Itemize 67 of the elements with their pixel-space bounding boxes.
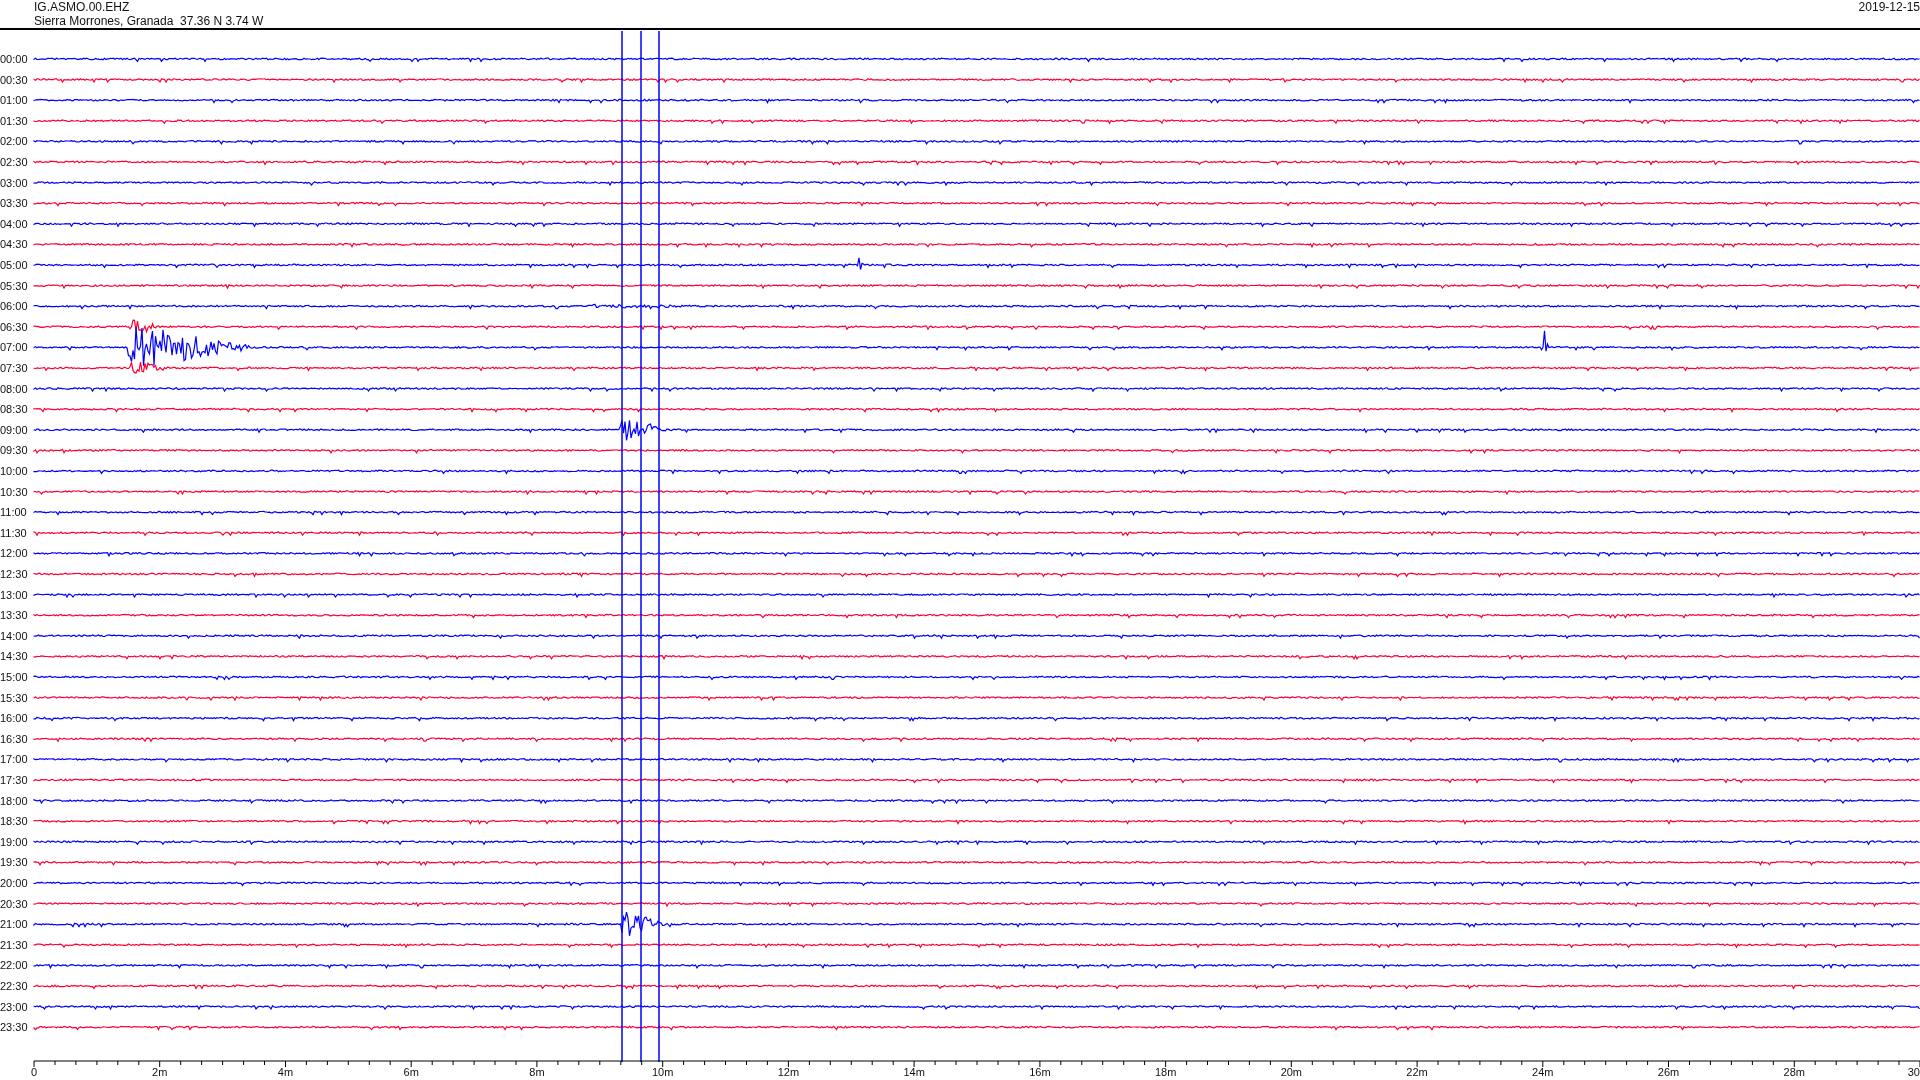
time-label: 02:30 — [0, 156, 28, 168]
time-label: 16:30 — [0, 732, 28, 745]
axis-tick-label: 12m — [777, 1066, 800, 1078]
station-location: Sierra Morrones, Granada 37.36 N 3.74 W — [34, 14, 264, 28]
axis-tick-label: 30 — [1907, 1066, 1920, 1078]
time-label: 23:30 — [0, 1021, 28, 1034]
time-label: 11:00 — [0, 506, 27, 519]
time-label: 00:30 — [0, 73, 28, 86]
time-label: 12:00 — [0, 547, 28, 560]
time-label: 06:00 — [0, 300, 28, 313]
time-label: 00:00 — [0, 53, 28, 65]
time-label: 08:30 — [0, 403, 28, 416]
time-label: 09:00 — [0, 423, 28, 436]
axis-tick-label: 10m — [651, 1066, 674, 1078]
axis-tick-label: 0 — [31, 1066, 38, 1078]
axis-tick-label: 14m — [903, 1066, 925, 1078]
time-label: 17:00 — [0, 753, 28, 766]
time-label: 22:00 — [0, 959, 28, 972]
time-label: 03:00 — [0, 176, 28, 189]
time-label: 07:00 — [0, 341, 28, 354]
time-label: 18:00 — [0, 794, 28, 807]
axis-tick-label: 6m — [403, 1066, 419, 1078]
time-label: 20:00 — [0, 877, 28, 889]
axis-tick-label: 20m — [1280, 1066, 1303, 1078]
time-label: 14:30 — [0, 650, 28, 663]
time-label: 14:00 — [0, 629, 28, 642]
time-label: 19:30 — [0, 856, 28, 869]
axis-tick-label: 28m — [1783, 1066, 1805, 1078]
time-label: 10:30 — [0, 485, 28, 498]
axis-tick-label: 16m — [1029, 1066, 1051, 1078]
time-label: 03:30 — [0, 197, 28, 210]
time-label: 21:30 — [0, 938, 28, 951]
time-label: 13:00 — [0, 588, 28, 601]
time-label: 19:00 — [0, 835, 28, 848]
time-label: 15:30 — [0, 691, 28, 704]
time-label: 06:30 — [0, 320, 28, 333]
time-label: 17:30 — [0, 774, 28, 786]
time-label: 04:00 — [0, 217, 28, 230]
time-label: 21:00 — [0, 918, 28, 931]
time-label: 12:30 — [0, 568, 28, 580]
axis-tick-label: 8m — [529, 1066, 545, 1078]
time-label: 11:30 — [0, 526, 27, 539]
axis-tick-label: 2m — [152, 1066, 168, 1078]
axis-tick-label: 22m — [1406, 1066, 1428, 1078]
time-label: 13:30 — [0, 609, 28, 622]
time-label: 09:30 — [0, 444, 28, 457]
time-label: 10:00 — [0, 465, 28, 477]
axis-tick-label: 24m — [1532, 1066, 1554, 1078]
time-label: 08:00 — [0, 382, 28, 395]
time-label: 15:00 — [0, 671, 28, 683]
time-label: 07:30 — [0, 362, 28, 374]
time-label: 22:30 — [0, 980, 28, 992]
time-label: 04:30 — [0, 238, 28, 251]
time-label: 01:00 — [0, 94, 28, 107]
time-label: 02:00 — [0, 135, 28, 148]
plot-date: 2019-12-15 — [1858, 0, 1920, 14]
time-label: 23:00 — [0, 1000, 28, 1013]
time-label: 18:30 — [0, 815, 28, 828]
axis-tick-label: 4m — [277, 1066, 294, 1078]
time-label: 20:30 — [0, 897, 28, 910]
axis-tick-label: 26m — [1657, 1066, 1680, 1078]
time-label: 05:00 — [0, 259, 28, 271]
axis-tick-label: 18m — [1154, 1066, 1177, 1078]
time-label: 16:00 — [0, 712, 28, 725]
time-label: 01:30 — [0, 114, 28, 127]
time-label: 05:30 — [0, 279, 28, 292]
station-code: IG.ASMO.00.EHZ — [34, 0, 131, 14]
